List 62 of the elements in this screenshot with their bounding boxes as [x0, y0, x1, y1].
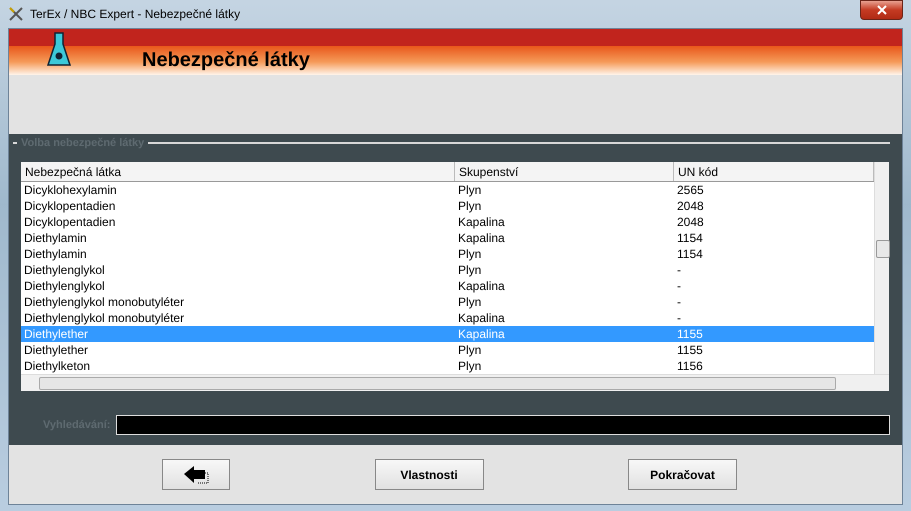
table-cell-text: Dicyklopentadien: [23, 215, 116, 229]
table-cell-text: -: [676, 311, 682, 325]
table-cell-text: Plyn: [457, 359, 482, 373]
table-cell-text: Diethylamin: [23, 247, 88, 261]
action-button[interactable]: Pokračovat: [628, 459, 737, 490]
page-heading: Nebezpečné látky: [142, 49, 310, 72]
column-header[interactable]: Nebezpečná látka: [21, 162, 455, 181]
table-cell-text: Diethylenglykol monobutyléter: [23, 295, 186, 309]
table-cell-text: Diethylamin: [23, 231, 88, 245]
table-row[interactable]: Dicyklopentadien Kapalina 2048: [21, 214, 874, 230]
table-cell-text: Plyn: [457, 247, 482, 261]
table-cell-text: Plyn: [457, 295, 482, 309]
flask-icon: [47, 32, 71, 68]
table-cell-text: 2048: [676, 199, 705, 213]
table-cell-text: Plyn: [457, 199, 482, 213]
table-cell-text: 2048: [676, 215, 705, 229]
horizontal-scrollbar[interactable]: [21, 374, 889, 391]
back-button[interactable]: [162, 459, 230, 490]
table-row[interactable]: Diethylenglykol Plyn -: [21, 262, 874, 278]
table-cell-text: Plyn: [457, 343, 482, 357]
table-cell-text: -: [676, 279, 682, 293]
table-cell-text: 1154: [676, 231, 704, 245]
table-cell-text: 1155: [676, 327, 704, 341]
column-header[interactable]: Skupenství: [455, 162, 674, 181]
table-cell-text: -: [676, 263, 682, 277]
vertical-scrollbar[interactable]: [874, 162, 889, 374]
table-cell-text: 1156: [676, 359, 704, 373]
app-icon: [8, 6, 24, 22]
table-row[interactable]: Diethylketon Plyn 1156: [21, 358, 874, 374]
table-cell-text: Kapalina: [457, 231, 506, 245]
table-cell-text: Diethylether: [23, 327, 90, 341]
table-cell-text: Kapalina: [457, 279, 506, 293]
table-cell-text: Plyn: [457, 183, 482, 197]
table-cell-text: Diethylenglykol: [23, 279, 106, 293]
table-cell-text: Diethylenglykol monobutyléter: [23, 311, 186, 325]
back-arrow-icon: [183, 464, 209, 484]
table-cell-text: Diethylether: [23, 343, 90, 357]
table-cell-text: Dicyklopentadien: [23, 199, 116, 213]
table-cell-text: Kapalina: [457, 327, 506, 341]
table-row[interactable]: Diethylenglykol Kapalina -: [21, 278, 874, 294]
table-cell-text: Kapalina: [457, 311, 506, 325]
action-button[interactable]: Vlastnosti: [374, 459, 484, 490]
table-row[interactable]: Diethylamin Plyn 1154: [21, 246, 874, 262]
table-cell-text: Plyn: [457, 263, 482, 277]
table-cell-text: -: [676, 295, 682, 309]
window-title: TerEx / NBC Expert - Nebezpečné látky: [30, 7, 240, 21]
table-cell-text: Diethylketon: [23, 359, 92, 373]
table-cell-text: 2565: [676, 183, 705, 197]
table-row[interactable]: Diethylether Plyn 1155: [21, 342, 874, 358]
close-button[interactable]: [860, 0, 903, 20]
search-field[interactable]: [116, 415, 890, 435]
table-cell-text: Dicyklohexylamin: [23, 183, 118, 197]
table-cell-text: Kapalina: [457, 215, 506, 229]
table-row[interactable]: Dicyklopentadien Plyn 2048: [21, 198, 874, 214]
table-row[interactable]: Diethylenglykol monobutyléter Kapalina -: [21, 310, 874, 326]
table-cell-text: Diethylenglykol: [23, 263, 106, 277]
table-cell-text: 1155: [676, 343, 704, 357]
table-row[interactable]: Dicyklohexylamin Plyn 2565: [21, 182, 874, 198]
close-icon: [876, 5, 886, 15]
table-row[interactable]: Diethylenglykol monobutyléter Plyn -: [21, 294, 874, 310]
table-cell-text: 1154: [676, 247, 704, 261]
table-row[interactable]: Diethylamin Kapalina 1154: [21, 230, 874, 246]
